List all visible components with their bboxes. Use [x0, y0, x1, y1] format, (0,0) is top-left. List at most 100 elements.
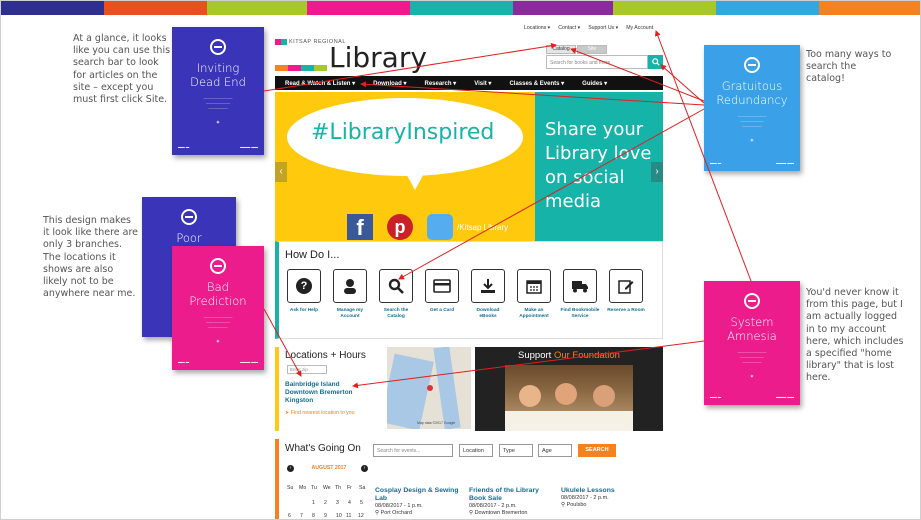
how-account[interactable]: [333, 269, 367, 303]
hero-prev-arrow[interactable]: ‹: [275, 162, 287, 182]
branch-bainbridge[interactable]: Bainbridge Island: [285, 381, 340, 388]
site-logo[interactable]: KITSAP REGIONAL Library: [275, 39, 427, 75]
hero-next-arrow[interactable]: ›: [651, 162, 663, 182]
how-label-search[interactable]: Search the Catalog: [376, 308, 416, 320]
cal-date[interactable]: 11: [346, 513, 351, 519]
facebook-icon[interactable]: f: [347, 214, 373, 240]
search-tab-catalog[interactable]: Catalog: [546, 45, 576, 54]
cal-date[interactable]: 1: [312, 500, 315, 506]
how-title: How Do I...: [285, 249, 340, 261]
util-contact[interactable]: Contact ▾: [558, 25, 580, 31]
cal-date[interactable]: 3: [336, 500, 339, 506]
find-nearest-link[interactable]: ➤ Find nearest location to you: [285, 410, 355, 416]
hero-handle: /Kitsap Library: [457, 223, 509, 232]
how-reserve-room[interactable]: [609, 269, 643, 303]
twitter-icon[interactable]: [427, 214, 453, 240]
nav-research[interactable]: Research ▾: [424, 80, 456, 87]
person-icon: [344, 279, 356, 294]
search-tab-site[interactable]: Site: [577, 45, 607, 54]
cal-date[interactable]: 5: [360, 500, 363, 506]
events-search-input[interactable]: Search for events...: [373, 444, 453, 457]
how-label-bookmobile[interactable]: Find Bookmobile Service: [560, 308, 600, 320]
how-bookmobile[interactable]: [563, 269, 597, 303]
child-1: [519, 385, 541, 407]
filter-age[interactable]: Age: [538, 444, 572, 457]
minus-circle-icon: [210, 258, 226, 274]
cal-date[interactable]: 4: [348, 500, 351, 506]
card-title: Gratuitous Redundancy: [716, 79, 788, 107]
zip-input[interactable]: Enter zip: [287, 365, 327, 374]
how-download[interactable]: [471, 269, 505, 303]
nav-guides[interactable]: Guides ▾: [582, 80, 607, 87]
how-label-ask[interactable]: Ask for Help: [284, 308, 324, 314]
how-do-i-panel: How Do I... ? Ask for Help Manage my Acc…: [275, 241, 663, 339]
card-inviting-dead-end: Inviting Dead End ──────────── ────────── ─…: [172, 27, 264, 155]
nav-download[interactable]: Download ▾: [373, 80, 406, 87]
child-2: [555, 383, 577, 405]
nav-read-watch-listen[interactable]: Read & Watch & Listen ▾: [285, 80, 355, 87]
search-button[interactable]: [648, 55, 663, 69]
cal-date[interactable]: 12: [358, 513, 364, 519]
cal-date[interactable]: 2: [324, 500, 327, 506]
filter-type[interactable]: Type: [499, 444, 533, 457]
cal-day-we: We: [323, 485, 331, 491]
locations-panel: Locations + Hours Enter zip Bainbridge I…: [275, 347, 471, 431]
util-locations[interactable]: Locations ▾: [524, 25, 550, 31]
edit-icon: [618, 280, 634, 294]
hero-banner[interactable]: #LibraryInspired Share your Library love…: [275, 92, 663, 250]
how-get-card[interactable]: [425, 269, 459, 303]
question-icon: ?: [296, 278, 312, 294]
filter-location[interactable]: Location: [459, 444, 493, 457]
nav-visit[interactable]: Visit ▾: [474, 80, 491, 87]
cal-day-th: Th: [335, 485, 342, 491]
event-title[interactable]: Friends of the Library Book Sale: [469, 487, 553, 503]
pinterest-icon[interactable]: p: [387, 214, 413, 240]
cal-date[interactable]: 8: [312, 513, 315, 519]
branch-downtown-bremerton[interactable]: Downtown Bremerton: [285, 389, 353, 396]
card-body-lines: ──────────── ────────── ────────: [203, 97, 233, 111]
cal-date[interactable]: 7: [300, 513, 303, 519]
foundation-heading: Support Our Foundation: [475, 350, 663, 361]
search-input[interactable]: Search for books and more: [546, 55, 648, 69]
cal-day-su: Su: [287, 485, 294, 491]
hero-text: Share your Library love on social media: [545, 119, 652, 212]
nav-classes-events[interactable]: Classes & Events ▾: [509, 80, 564, 87]
how-label-account[interactable]: Manage my Account: [330, 308, 370, 320]
util-my-account[interactable]: My Account: [626, 25, 653, 31]
card-body-lines: ──────────── ────────── ────────: [203, 316, 233, 330]
event-card[interactable]: Ukulele Lessons 08/08/2017 - 2 p.m. ⚲ Po…: [561, 487, 645, 510]
how-search-catalog[interactable]: [379, 269, 413, 303]
map-water-2: [433, 347, 461, 429]
how-label-room[interactable]: Reserve a Room: [606, 308, 646, 314]
event-title[interactable]: Cosplay Design & Sewing Lab: [375, 487, 459, 503]
card-footer: ▬▬ ▬ ▬▬▬ ▬▬: [178, 145, 258, 149]
map-credit: Map data ©2017 Google: [417, 421, 456, 425]
how-appointment[interactable]: [517, 269, 551, 303]
foundation-name: Our Foundation: [553, 350, 620, 361]
card-logo: ◉: [216, 339, 220, 343]
how-ask-help[interactable]: ?: [287, 269, 321, 303]
search-icon: [651, 58, 660, 66]
how-label-card[interactable]: Get a Card: [422, 308, 462, 314]
minus-circle-icon: [210, 39, 226, 55]
util-support[interactable]: Support Us ▾: [588, 25, 618, 31]
how-label-download[interactable]: Download eBooks: [468, 308, 508, 320]
card-title: Bad Prediction: [189, 280, 247, 308]
event-place: ⚲ Port Orchard: [375, 510, 413, 517]
event-card[interactable]: Friends of the Library Book Sale 08/08/2…: [469, 487, 553, 518]
cal-date[interactable]: 9: [324, 513, 327, 519]
cal-prev[interactable]: ‹: [287, 465, 294, 472]
event-title[interactable]: Ukulele Lessons: [561, 487, 645, 495]
branch-kingston[interactable]: Kingston: [285, 397, 313, 404]
cal-date[interactable]: 10: [336, 513, 342, 519]
locations-map[interactable]: Map data ©2017 Google: [387, 347, 471, 429]
download-icon: [481, 279, 495, 293]
cal-date[interactable]: 6: [288, 513, 291, 519]
events-search-button[interactable]: SEARCH: [578, 444, 616, 457]
card-body-lines: ──────────── ────────── ────────: [737, 351, 767, 365]
event-card[interactable]: Cosplay Design & Sewing Lab 08/08/2017 -…: [375, 487, 459, 518]
cal-next[interactable]: ›: [361, 465, 368, 472]
stripe-1: [1, 1, 104, 15]
how-label-appointment[interactable]: Make an Appointment: [514, 308, 554, 320]
foundation-panel[interactable]: Support Our Foundation: [475, 347, 663, 431]
